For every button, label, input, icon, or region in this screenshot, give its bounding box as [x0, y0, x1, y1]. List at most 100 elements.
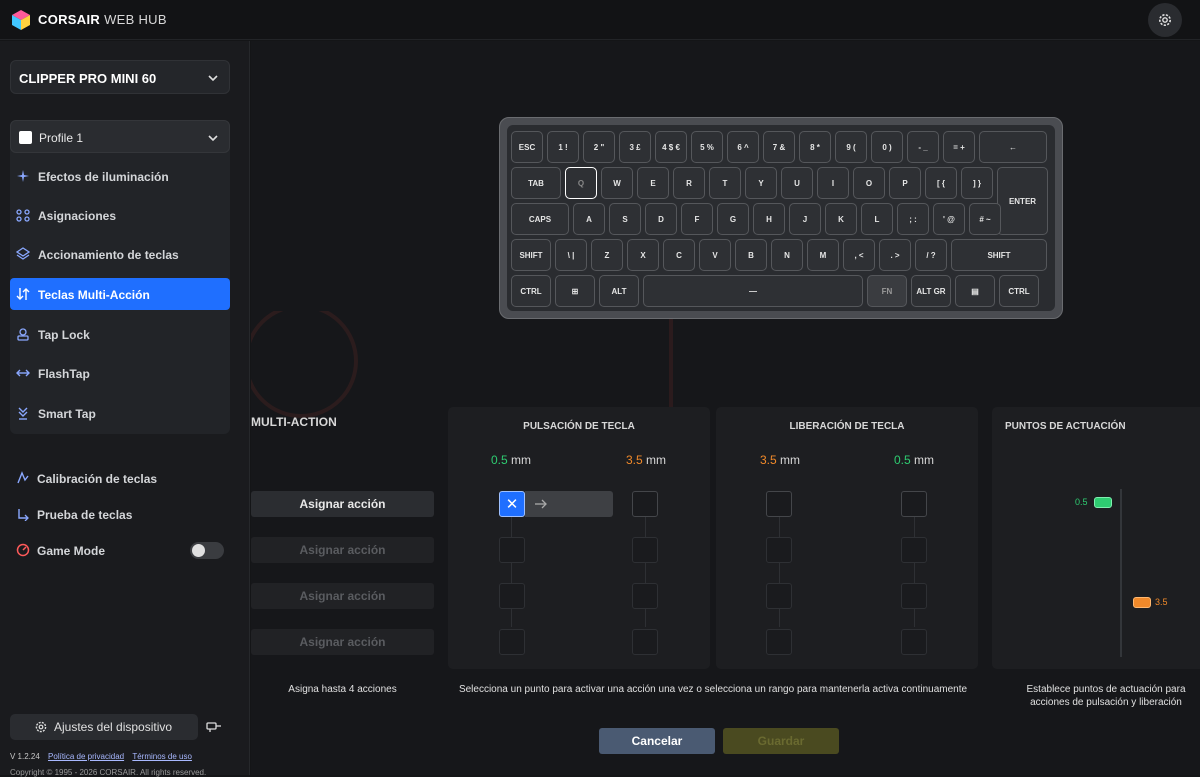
key-j[interactable]: J — [789, 203, 821, 235]
key-[interactable]: - _ — [907, 131, 939, 163]
toggle-knob — [192, 544, 205, 557]
key-[interactable]: ← — [979, 131, 1047, 163]
release-end-slot-1[interactable] — [901, 491, 927, 517]
assign-action-button-1[interactable]: Asignar acción — [251, 491, 434, 517]
key-u[interactable]: U — [781, 167, 813, 199]
key-9[interactable]: 9 ( — [835, 131, 867, 163]
key-g[interactable]: G — [717, 203, 749, 235]
privacy-link[interactable]: Política de privacidad — [48, 752, 124, 761]
range-bar[interactable] — [525, 491, 613, 517]
key-1[interactable]: 1 ! — [547, 131, 579, 163]
key-e[interactable]: E — [637, 167, 669, 199]
cancel-button[interactable]: Cancelar — [599, 728, 715, 754]
key-k[interactable]: K — [825, 203, 857, 235]
key-[interactable]: ; : — [897, 203, 929, 235]
key-[interactable]: ' @ — [933, 203, 965, 235]
key-[interactable]: ⊞ — [555, 275, 595, 307]
section-title: MULTI-ACTION — [251, 415, 337, 429]
key-[interactable]: # ~ — [969, 203, 1001, 235]
key-s[interactable]: S — [609, 203, 641, 235]
key-q[interactable]: Q — [565, 167, 597, 199]
remove-action-button[interactable]: ✕ — [499, 491, 525, 517]
key-alt-gr[interactable]: ALT GR — [911, 275, 951, 307]
key-n[interactable]: N — [771, 239, 803, 271]
key-7[interactable]: 7 & — [763, 131, 795, 163]
actuation-high-handle[interactable] — [1133, 597, 1151, 608]
key-0[interactable]: 0 ) — [871, 131, 903, 163]
key-enter[interactable]: ENTER — [997, 167, 1048, 235]
key-w[interactable]: W — [601, 167, 633, 199]
key-v[interactable]: V — [699, 239, 731, 271]
assignments-icon — [16, 209, 30, 222]
key-6[interactable]: 6 ^ — [727, 131, 759, 163]
sidebar-item-calibration[interactable]: Calibración de teclas — [10, 466, 230, 490]
key-fn[interactable]: FN — [867, 275, 907, 307]
release-to-value: 0.5 mm — [894, 453, 935, 467]
key-r[interactable]: R — [673, 167, 705, 199]
key-p[interactable]: P — [889, 167, 921, 199]
key-[interactable]: / ? — [915, 239, 947, 271]
key-2[interactable]: 2 " — [583, 131, 615, 163]
key-f[interactable]: F — [681, 203, 713, 235]
sidebar: CLIPPER PRO MINI 60 Profile 1 Efectos de… — [0, 41, 250, 777]
key-[interactable]: , < — [843, 239, 875, 271]
key-o[interactable]: O — [853, 167, 885, 199]
device-settings-button[interactable]: Ajustes del dispositivo — [10, 714, 198, 740]
usb-icon[interactable] — [206, 718, 222, 734]
settings-button[interactable] — [1148, 3, 1182, 37]
key-m[interactable]: M — [807, 239, 839, 271]
sidebar-item-actuation[interactable]: Accionamiento de teclas — [10, 238, 230, 270]
assign-action-button-3: Asignar acción — [251, 583, 434, 609]
key-h[interactable]: H — [753, 203, 785, 235]
sidebar-item-label: Efectos de iluminación — [38, 170, 169, 184]
key-shift[interactable]: SHIFT — [951, 239, 1047, 271]
key-8[interactable]: 8 * — [799, 131, 831, 163]
key-a[interactable]: A — [573, 203, 605, 235]
key-l[interactable]: L — [861, 203, 893, 235]
key-t[interactable]: T — [709, 167, 741, 199]
key-[interactable]: = + — [943, 131, 975, 163]
press-end-slot-1[interactable] — [632, 491, 658, 517]
key-[interactable]: [ { — [925, 167, 957, 199]
key-c[interactable]: C — [663, 239, 695, 271]
sidebar-item-key-test[interactable]: Prueba de teclas — [10, 502, 230, 526]
device-selector[interactable]: CLIPPER PRO MINI 60 — [10, 60, 230, 94]
key-i[interactable]: I — [817, 167, 849, 199]
terms-link[interactable]: Términos de uso — [132, 752, 192, 761]
key-ctrl[interactable]: CTRL — [999, 275, 1039, 307]
key-z[interactable]: Z — [591, 239, 623, 271]
key-3[interactable]: 3 £ — [619, 131, 651, 163]
key-caps[interactable]: CAPS — [511, 203, 569, 235]
key-[interactable]: \ | — [555, 239, 587, 271]
sidebar-item-assignments[interactable]: Asignaciones — [10, 199, 230, 231]
key-y[interactable]: Y — [745, 167, 777, 199]
actuation-slider-track[interactable] — [1120, 489, 1122, 657]
profile-selector[interactable]: Profile 1 — [10, 120, 230, 153]
key-b[interactable]: B — [735, 239, 767, 271]
key-[interactable]: — — [643, 275, 863, 307]
release-start-slot-1[interactable] — [766, 491, 792, 517]
save-button[interactable]: Guardar — [723, 728, 839, 754]
key-[interactable]: ▤ — [955, 275, 995, 307]
sidebar-item-tap-lock[interactable]: Tap Lock — [10, 318, 230, 350]
sidebar-item-multi-action[interactable]: Teclas Multi-Acción — [10, 278, 230, 310]
key-4[interactable]: 4 $ € — [655, 131, 687, 163]
sidebar-item-smart-tap[interactable]: Smart Tap — [10, 397, 230, 429]
main-content: ESC 1 ! 2 " 3 £4 $ €5 % 6 ^ 7 & 8 * 9 (0 ) - _ = … — [251, 41, 1200, 775]
sidebar-item-flashtap[interactable]: FlashTap — [10, 357, 230, 389]
key-[interactable]: ] } — [961, 167, 993, 199]
key-esc[interactable]: ESC — [511, 131, 543, 163]
multi-action-icon — [16, 288, 30, 300]
actuation-low-handle[interactable] — [1094, 497, 1112, 508]
sidebar-item-lighting[interactable]: Efectos de iluminación — [10, 160, 230, 192]
key-x[interactable]: X — [627, 239, 659, 271]
tap-lock-icon — [17, 328, 29, 341]
key-d[interactable]: D — [645, 203, 677, 235]
key-shift[interactable]: SHIFT — [511, 239, 551, 271]
key-ctrl[interactable]: CTRL — [511, 275, 551, 307]
key-tab[interactable]: TAB — [511, 167, 561, 199]
key-alt[interactable]: ALT — [599, 275, 639, 307]
game-mode-toggle[interactable] — [190, 542, 224, 559]
key-5[interactable]: 5 % — [691, 131, 723, 163]
key-[interactable]: . > — [879, 239, 911, 271]
